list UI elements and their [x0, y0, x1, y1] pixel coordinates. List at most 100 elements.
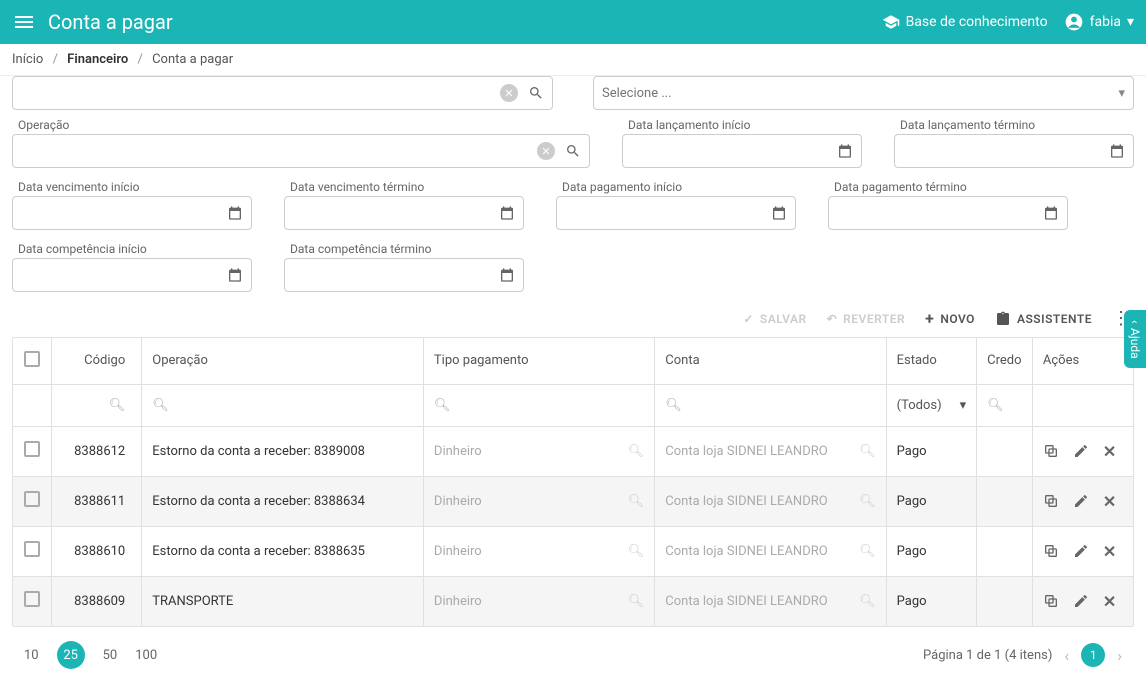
calendar-icon[interactable]	[1109, 143, 1125, 159]
edit-icon[interactable]	[1073, 593, 1089, 609]
cell-tipo[interactable]: Dinheiro🔍︎	[434, 544, 644, 559]
data-comp-inicio-field[interactable]	[12, 258, 252, 292]
cell-codigo: 8388612	[51, 426, 142, 476]
table-row[interactable]: 8388610 Estorno da conta a receber: 8388…	[13, 526, 1133, 576]
row-checkbox[interactable]	[24, 491, 40, 507]
page-size-10[interactable]: 10	[24, 648, 39, 663]
page-size-50[interactable]: 50	[103, 648, 118, 663]
data-comp-inicio-label: Data competência início	[12, 242, 252, 256]
col-estado[interactable]: Estado	[886, 338, 977, 384]
cell-tipo[interactable]: Dinheiro🔍︎	[434, 444, 644, 459]
delete-icon[interactable]: ✕	[1103, 442, 1116, 461]
calendar-icon[interactable]	[837, 143, 853, 159]
data-venc-inicio-field[interactable]	[12, 196, 252, 230]
select-input[interactable]	[602, 86, 1118, 101]
graduation-cap-icon	[882, 13, 900, 31]
breadcrumb-finance[interactable]: Financeiro	[67, 52, 128, 67]
delete-icon[interactable]: ✕	[1103, 592, 1116, 611]
check-icon: ✓	[743, 312, 754, 326]
data-lanc-termino-field[interactable]	[894, 134, 1134, 168]
cell-credor	[977, 476, 1033, 526]
data-comp-termino-field[interactable]	[284, 258, 524, 292]
edit-icon[interactable]	[1073, 493, 1089, 509]
page-size-100[interactable]: 100	[135, 648, 157, 663]
hamburger-icon[interactable]	[12, 10, 36, 34]
row-checkbox[interactable]	[24, 541, 40, 557]
cell-codigo: 8388611	[51, 476, 142, 526]
next-page-icon[interactable]: ›	[1117, 646, 1122, 665]
table-row[interactable]: 8388611 Estorno da conta a receber: 8388…	[13, 476, 1133, 526]
calendar-icon[interactable]	[499, 205, 515, 221]
prev-page-icon[interactable]: ‹	[1064, 646, 1069, 665]
col-conta[interactable]: Conta	[655, 338, 886, 384]
copy-icon[interactable]	[1043, 593, 1059, 609]
copy-icon[interactable]	[1043, 443, 1059, 459]
search-icon: 🔍︎	[859, 494, 876, 509]
page-size-25[interactable]: 25	[57, 641, 85, 669]
delete-icon[interactable]: ✕	[1103, 542, 1116, 561]
calendar-icon[interactable]	[499, 267, 515, 283]
cell-conta[interactable]: Conta loja SIDNEI LEANDRO🔍︎	[665, 444, 875, 459]
table-row[interactable]: 8388612 Estorno da conta a receber: 8389…	[13, 426, 1133, 476]
user-menu[interactable]: fabia ▾	[1064, 12, 1134, 32]
search-icon: 🔍︎	[859, 594, 876, 609]
search-icon[interactable]: 🔍︎	[987, 398, 1004, 413]
select-field[interactable]: ▾	[593, 76, 1134, 110]
breadcrumb-home[interactable]: Início	[12, 52, 43, 67]
data-lanc-inicio-field[interactable]	[622, 134, 862, 168]
edit-icon[interactable]	[1073, 543, 1089, 559]
col-codigo[interactable]: Código	[51, 338, 142, 384]
search-icon[interactable]: 🔍︎	[665, 398, 682, 413]
cell-codigo: 8388610	[51, 526, 142, 576]
lookup-input-1[interactable]	[21, 86, 500, 101]
assistant-button[interactable]: ASSISTENTE	[995, 311, 1092, 327]
plus-icon: +	[925, 309, 934, 328]
cell-conta[interactable]: Conta loja SIDNEI LEANDRO🔍︎	[665, 494, 875, 509]
data-pag-termino-label: Data pagamento término	[828, 180, 1068, 194]
row-checkbox[interactable]	[24, 441, 40, 457]
search-icon: 🔍︎	[628, 494, 645, 509]
clear-icon[interactable]: ✕	[537, 142, 555, 160]
search-icon[interactable]	[565, 143, 581, 159]
data-lanc-inicio-input[interactable]	[631, 144, 833, 159]
calendar-icon[interactable]	[227, 205, 243, 221]
operacao-input[interactable]	[21, 144, 537, 159]
col-tipo[interactable]: Tipo pagamento	[423, 338, 654, 384]
page-title: Conta a pagar	[48, 10, 882, 34]
cell-conta[interactable]: Conta loja SIDNEI LEANDRO🔍︎	[665, 544, 875, 559]
calendar-icon[interactable]	[771, 205, 787, 221]
col-credor[interactable]: Credo	[977, 338, 1033, 384]
cell-tipo[interactable]: Dinheiro🔍︎	[434, 494, 644, 509]
new-button[interactable]: + NOVO	[925, 309, 975, 328]
delete-icon[interactable]: ✕	[1103, 492, 1116, 511]
operacao-field[interactable]: ✕	[12, 134, 590, 168]
data-pag-termino-field[interactable]	[828, 196, 1068, 230]
search-icon: 🔍︎	[859, 444, 876, 459]
table-row[interactable]: 8388609 TRANSPORTE Dinheiro🔍︎ Conta loja…	[13, 576, 1133, 626]
help-tab[interactable]: ‹ Ajuda	[1124, 310, 1146, 368]
data-pag-inicio-field[interactable]	[556, 196, 796, 230]
col-operacao[interactable]: Operação	[142, 338, 424, 384]
calendar-icon[interactable]	[1043, 205, 1059, 221]
knowledge-base-link[interactable]: Base de conhecimento	[882, 13, 1048, 31]
data-venc-termino-field[interactable]	[284, 196, 524, 230]
data-lanc-termino-input[interactable]	[903, 144, 1105, 159]
estado-filter[interactable]: (Todos)▾	[897, 398, 967, 413]
search-icon[interactable]	[528, 85, 544, 101]
payables-table: Código Operação Tipo pagamento Conta Est…	[13, 338, 1133, 626]
search-icon[interactable]: 🔍︎	[109, 398, 126, 413]
clear-icon[interactable]: ✕	[500, 84, 518, 102]
row-checkbox[interactable]	[24, 591, 40, 607]
copy-icon[interactable]	[1043, 543, 1059, 559]
data-pag-inicio-label: Data pagamento início	[556, 180, 796, 194]
search-icon[interactable]: 🔍︎	[152, 398, 169, 413]
edit-icon[interactable]	[1073, 443, 1089, 459]
calendar-icon[interactable]	[227, 267, 243, 283]
cell-tipo[interactable]: Dinheiro🔍︎	[434, 594, 644, 609]
page-number[interactable]: 1	[1081, 643, 1105, 667]
search-icon[interactable]: 🔍︎	[434, 398, 451, 413]
copy-icon[interactable]	[1043, 493, 1059, 509]
cell-conta[interactable]: Conta loja SIDNEI LEANDRO🔍︎	[665, 594, 875, 609]
select-all-checkbox[interactable]	[24, 351, 40, 367]
lookup-field-1[interactable]: ✕	[12, 76, 553, 110]
